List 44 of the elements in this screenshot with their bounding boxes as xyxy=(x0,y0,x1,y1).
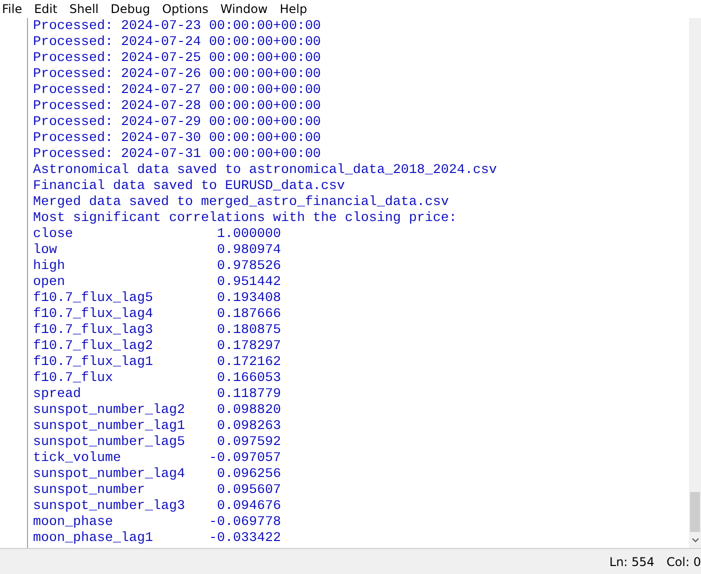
output-line: moon_phase_lag1 -0.033422 xyxy=(33,531,281,547)
output-line: tick_volume -0.097057 xyxy=(33,451,281,467)
output-line: sunspot_number 0.095607 xyxy=(33,483,281,499)
output-line: f10.7_flux_lag1 0.172162 xyxy=(33,355,281,371)
output-line: Processed: 2024-07-27 00:00:00+00:00 xyxy=(33,83,321,99)
scrollbar-thumb[interactable] xyxy=(690,492,700,532)
output-line: sunspot_number_lag1 0.098263 xyxy=(33,419,281,435)
menu-item[interactable]: Options xyxy=(156,0,214,18)
output-line: Processed: 2024-07-31 00:00:00+00:00 xyxy=(33,147,321,163)
output-line: sunspot_number_lag5 0.097592 xyxy=(33,435,281,451)
output-line: f10.7_flux_lag4 0.187666 xyxy=(33,307,281,323)
output-line: Financial data saved to EURUSD_data.csv xyxy=(33,179,345,195)
output-line: f10.7_flux_lag5 0.193408 xyxy=(33,291,281,307)
menu-item[interactable]: Help xyxy=(274,0,314,18)
menu-item[interactable]: Debug xyxy=(104,0,156,18)
output-line: Merged data saved to merged_astro_financial_data.csv xyxy=(33,195,449,211)
line-number-label: Ln: 554 xyxy=(609,554,654,570)
menu-item[interactable]: Edit xyxy=(28,0,64,18)
output-line: Processed: 2024-07-30 00:00:00+00:00 xyxy=(33,131,321,147)
output-line: f10.7_flux_lag3 0.180875 xyxy=(33,323,281,339)
output-line: close 1.000000 xyxy=(33,227,281,243)
output-line: sunspot_number_lag3 0.094676 xyxy=(33,499,281,515)
output-line: low 0.980974 xyxy=(33,243,281,259)
vertical-scrollbar[interactable] xyxy=(689,18,701,548)
output-line: f10.7_flux_lag2 0.178297 xyxy=(33,339,281,355)
menu-item[interactable]: Shell xyxy=(63,0,105,18)
output-line: Processed: 2024-07-25 00:00:00+00:00 xyxy=(33,51,321,67)
output-line: moon_phase -0.069778 xyxy=(33,515,281,531)
output-line: Processed: 2024-07-28 00:00:00+00:00 xyxy=(33,99,321,115)
output-line: Processed: 2024-07-26 00:00:00+00:00 xyxy=(33,67,321,83)
output-line: Astronomical data saved to astronomical_data_2018_2024.csv xyxy=(33,163,497,179)
output-line: Most significant correlations with the closing price: xyxy=(33,211,457,227)
output-line: Processed: 2024-07-29 00:00:00+00:00 xyxy=(33,115,321,131)
output-line: sunspot_number_lag4 0.096256 xyxy=(33,467,281,483)
column-number-label: Col: 0 xyxy=(666,554,701,570)
output-line: high 0.978526 xyxy=(33,259,281,275)
output-line: f10.7_flux 0.166053 xyxy=(33,371,281,387)
menu-item[interactable]: File xyxy=(0,0,28,18)
output-line: Processed: 2024-07-23 00:00:00+00:00 xyxy=(33,19,321,35)
output-line: open 0.951442 xyxy=(33,275,281,291)
output-line: spread 0.118779 xyxy=(33,387,281,403)
output-line: sunspot_number_lag2 0.098820 xyxy=(33,403,281,419)
menu-item[interactable]: Window xyxy=(214,0,274,18)
output-line: Processed: 2024-07-24 00:00:00+00:00 xyxy=(33,35,321,51)
